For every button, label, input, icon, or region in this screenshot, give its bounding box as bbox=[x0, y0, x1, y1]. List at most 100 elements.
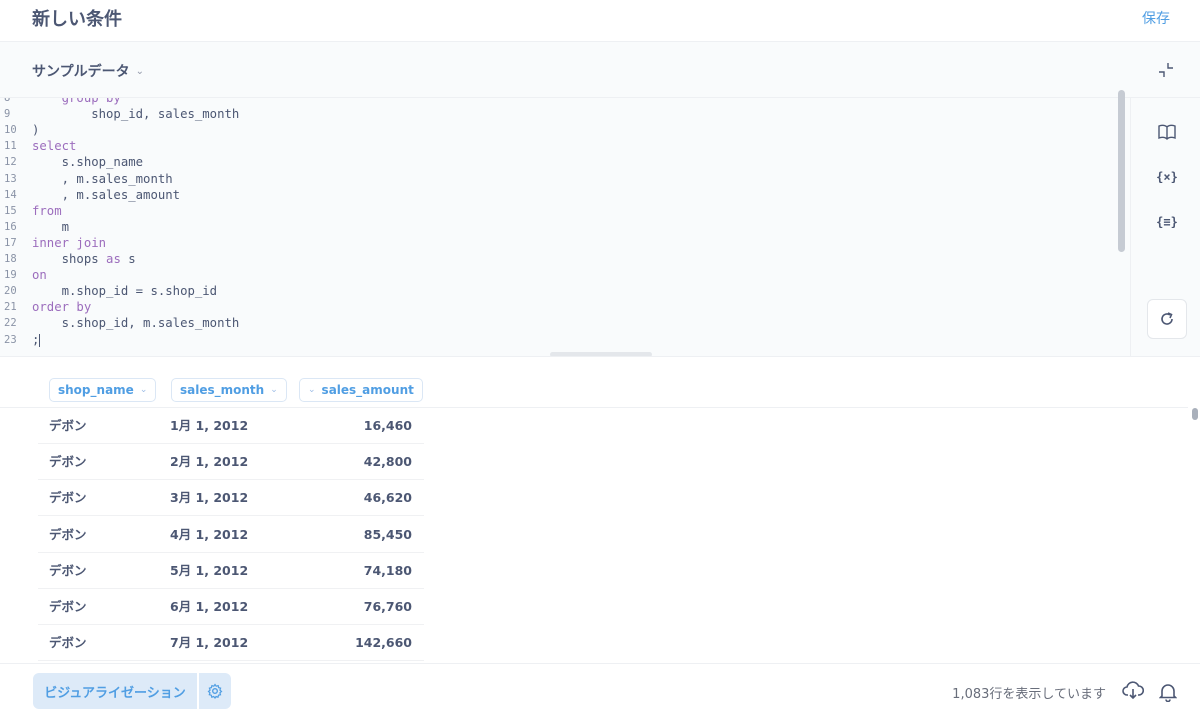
line-number: 14 bbox=[4, 188, 17, 201]
sql-keyword: as bbox=[106, 252, 121, 266]
sql-text: s bbox=[120, 252, 136, 266]
database-selector[interactable]: サンプルデータ ⌄ bbox=[32, 61, 144, 81]
cell-shop-name: デボン bbox=[49, 418, 87, 433]
line-number: 12 bbox=[4, 156, 17, 169]
line-number: 13 bbox=[4, 172, 17, 185]
snippet-icon[interactable]: {≡} bbox=[1156, 211, 1178, 233]
table-scrollbar[interactable] bbox=[1192, 408, 1198, 420]
editor-scrollbar[interactable] bbox=[1118, 90, 1125, 252]
download-icon[interactable] bbox=[1122, 681, 1144, 701]
line-number: 15 bbox=[4, 204, 17, 217]
run-query-button[interactable] bbox=[1147, 299, 1187, 339]
table-row[interactable]: デボン 2月 1, 2012 42,800 bbox=[38, 444, 424, 481]
cell-shop-name: デボン bbox=[49, 526, 87, 542]
line-number: 23 bbox=[4, 333, 17, 346]
cell-sales-amount: 16,460 bbox=[363, 418, 412, 433]
line-number: 22 bbox=[4, 317, 17, 330]
line-number: 21 bbox=[4, 301, 17, 314]
cell-sales-month: 3月 1, 2012 bbox=[170, 490, 249, 506]
chevron-down-icon: ⌄ bbox=[308, 385, 316, 395]
line-number: 18 bbox=[4, 253, 17, 265]
visualization-settings-button[interactable] bbox=[199, 673, 231, 709]
cell-shop-name: デボン bbox=[49, 454, 87, 470]
sql-text: ) bbox=[32, 123, 40, 138]
line-number: 9 bbox=[4, 108, 11, 121]
bell-icon[interactable] bbox=[1159, 682, 1177, 702]
sql-keyword: on bbox=[32, 268, 47, 283]
book-icon[interactable] bbox=[1156, 121, 1178, 143]
variable-icon[interactable]: {×} bbox=[1156, 166, 1178, 188]
page-title: 新しい条件 bbox=[32, 9, 122, 30]
collapse-icon[interactable] bbox=[1158, 62, 1174, 78]
code-text: group by bbox=[32, 98, 121, 106]
refresh-icon bbox=[1161, 312, 1173, 325]
editor-divider bbox=[0, 356, 1200, 357]
code-text: select bbox=[32, 138, 76, 154]
cell-sales-month: 7月 1, 2012 bbox=[170, 635, 249, 651]
chevron-down-icon: ⌄ bbox=[135, 65, 144, 77]
code-text: on bbox=[32, 267, 47, 283]
text-cursor bbox=[39, 333, 41, 347]
code-text: shops as s bbox=[32, 251, 136, 267]
code-text: , m.sales_month bbox=[32, 171, 173, 187]
cell-sales-amount: 85,450 bbox=[363, 526, 412, 542]
sql-keyword: select bbox=[32, 139, 77, 154]
sql-text: m.shop_id = s.shop_id bbox=[32, 284, 218, 299]
code-text: s.shop_name bbox=[32, 154, 143, 170]
code-text: ) bbox=[32, 122, 39, 138]
column-header-shop-name[interactable]: shop_name ⌄ bbox=[49, 378, 157, 402]
sql-text: s.shop_id, m.sales_month bbox=[32, 316, 240, 331]
table-row[interactable]: デボン 3月 1, 2012 46,620 bbox=[38, 480, 424, 517]
table-row[interactable]: デボン 7月 1, 2012 142,660 bbox=[38, 625, 424, 662]
table-row[interactable]: デボン 5月 1, 2012 74,180 bbox=[38, 553, 424, 589]
column-header-sales-month[interactable]: sales_month ⌄ bbox=[171, 378, 287, 402]
column-header-label: shop_name bbox=[58, 383, 134, 397]
database-name: サンプルデータ bbox=[32, 64, 130, 80]
visualization-button[interactable]: ビジュアライゼーション bbox=[33, 673, 197, 709]
sql-keyword: from bbox=[32, 203, 62, 218]
table-row[interactable]: デボン 1月 1, 2012 16,460 bbox=[38, 408, 424, 444]
line-number: 10 bbox=[4, 124, 17, 137]
code-text: m.shop_id = s.shop_id bbox=[32, 283, 217, 299]
code-text: from bbox=[32, 203, 62, 219]
code-text: ; bbox=[32, 332, 41, 348]
line-number: 19 bbox=[4, 269, 17, 282]
cell-shop-name: デボン bbox=[49, 635, 87, 651]
cell-shop-name: デボン bbox=[49, 562, 87, 578]
sql-editor[interactable]: 8 group by 9 shop_id, sales_month 10) 11 sel… bbox=[0, 98, 1130, 356]
column-header-label: sales_amount bbox=[321, 383, 414, 397]
line-number: 16 bbox=[4, 220, 17, 233]
line-number: 8 bbox=[4, 98, 11, 104]
code-text: s.shop_id, m.sales_month bbox=[32, 315, 240, 331]
code-text: order by bbox=[32, 299, 91, 315]
cell-sales-amount: 76,760 bbox=[363, 599, 412, 614]
cell-sales-amount: 46,620 bbox=[363, 490, 412, 506]
column-header-label: sales_month bbox=[180, 383, 265, 397]
sql-text: s.shop_name bbox=[32, 155, 144, 170]
cell-sales-month: 2月 1, 2012 bbox=[170, 454, 249, 470]
save-button[interactable]: 保存 bbox=[1142, 8, 1170, 28]
row-count-text: 1,083行を表示しています bbox=[952, 687, 1106, 702]
gear-icon bbox=[207, 683, 223, 699]
cell-shop-name: デボン bbox=[49, 599, 87, 614]
chevron-down-icon: ⌄ bbox=[270, 385, 278, 395]
line-number: 17 bbox=[4, 236, 17, 249]
line-number: 11 bbox=[4, 140, 17, 153]
cell-sales-month: 4月 1, 2012 bbox=[170, 526, 249, 542]
table-row[interactable]: デボン 4月 1, 2012 85,450 bbox=[38, 517, 424, 553]
column-header-sales-amount[interactable]: ⌄ sales_amount bbox=[299, 378, 423, 402]
sql-keyword: inner join bbox=[32, 235, 107, 250]
sql-text: shop_id, sales_month bbox=[32, 107, 240, 122]
sql-text: shops bbox=[32, 252, 107, 266]
header-bar: 新しい条件 保存 bbox=[0, 0, 1200, 42]
sql-keyword: group by bbox=[32, 98, 121, 105]
code-text: shop_id, sales_month bbox=[32, 106, 239, 122]
cell-shop-name: デボン bbox=[49, 490, 87, 506]
sql-text: m bbox=[32, 219, 70, 234]
cell-sales-amount: 142,660 bbox=[355, 635, 412, 651]
code-text: m bbox=[32, 219, 69, 235]
table-row[interactable]: デボン 6月 1, 2012 76,760 bbox=[38, 589, 424, 625]
cell-sales-amount: 42,800 bbox=[363, 454, 412, 470]
sql-text: ; bbox=[32, 332, 40, 347]
sql-keyword: order by bbox=[32, 300, 92, 315]
